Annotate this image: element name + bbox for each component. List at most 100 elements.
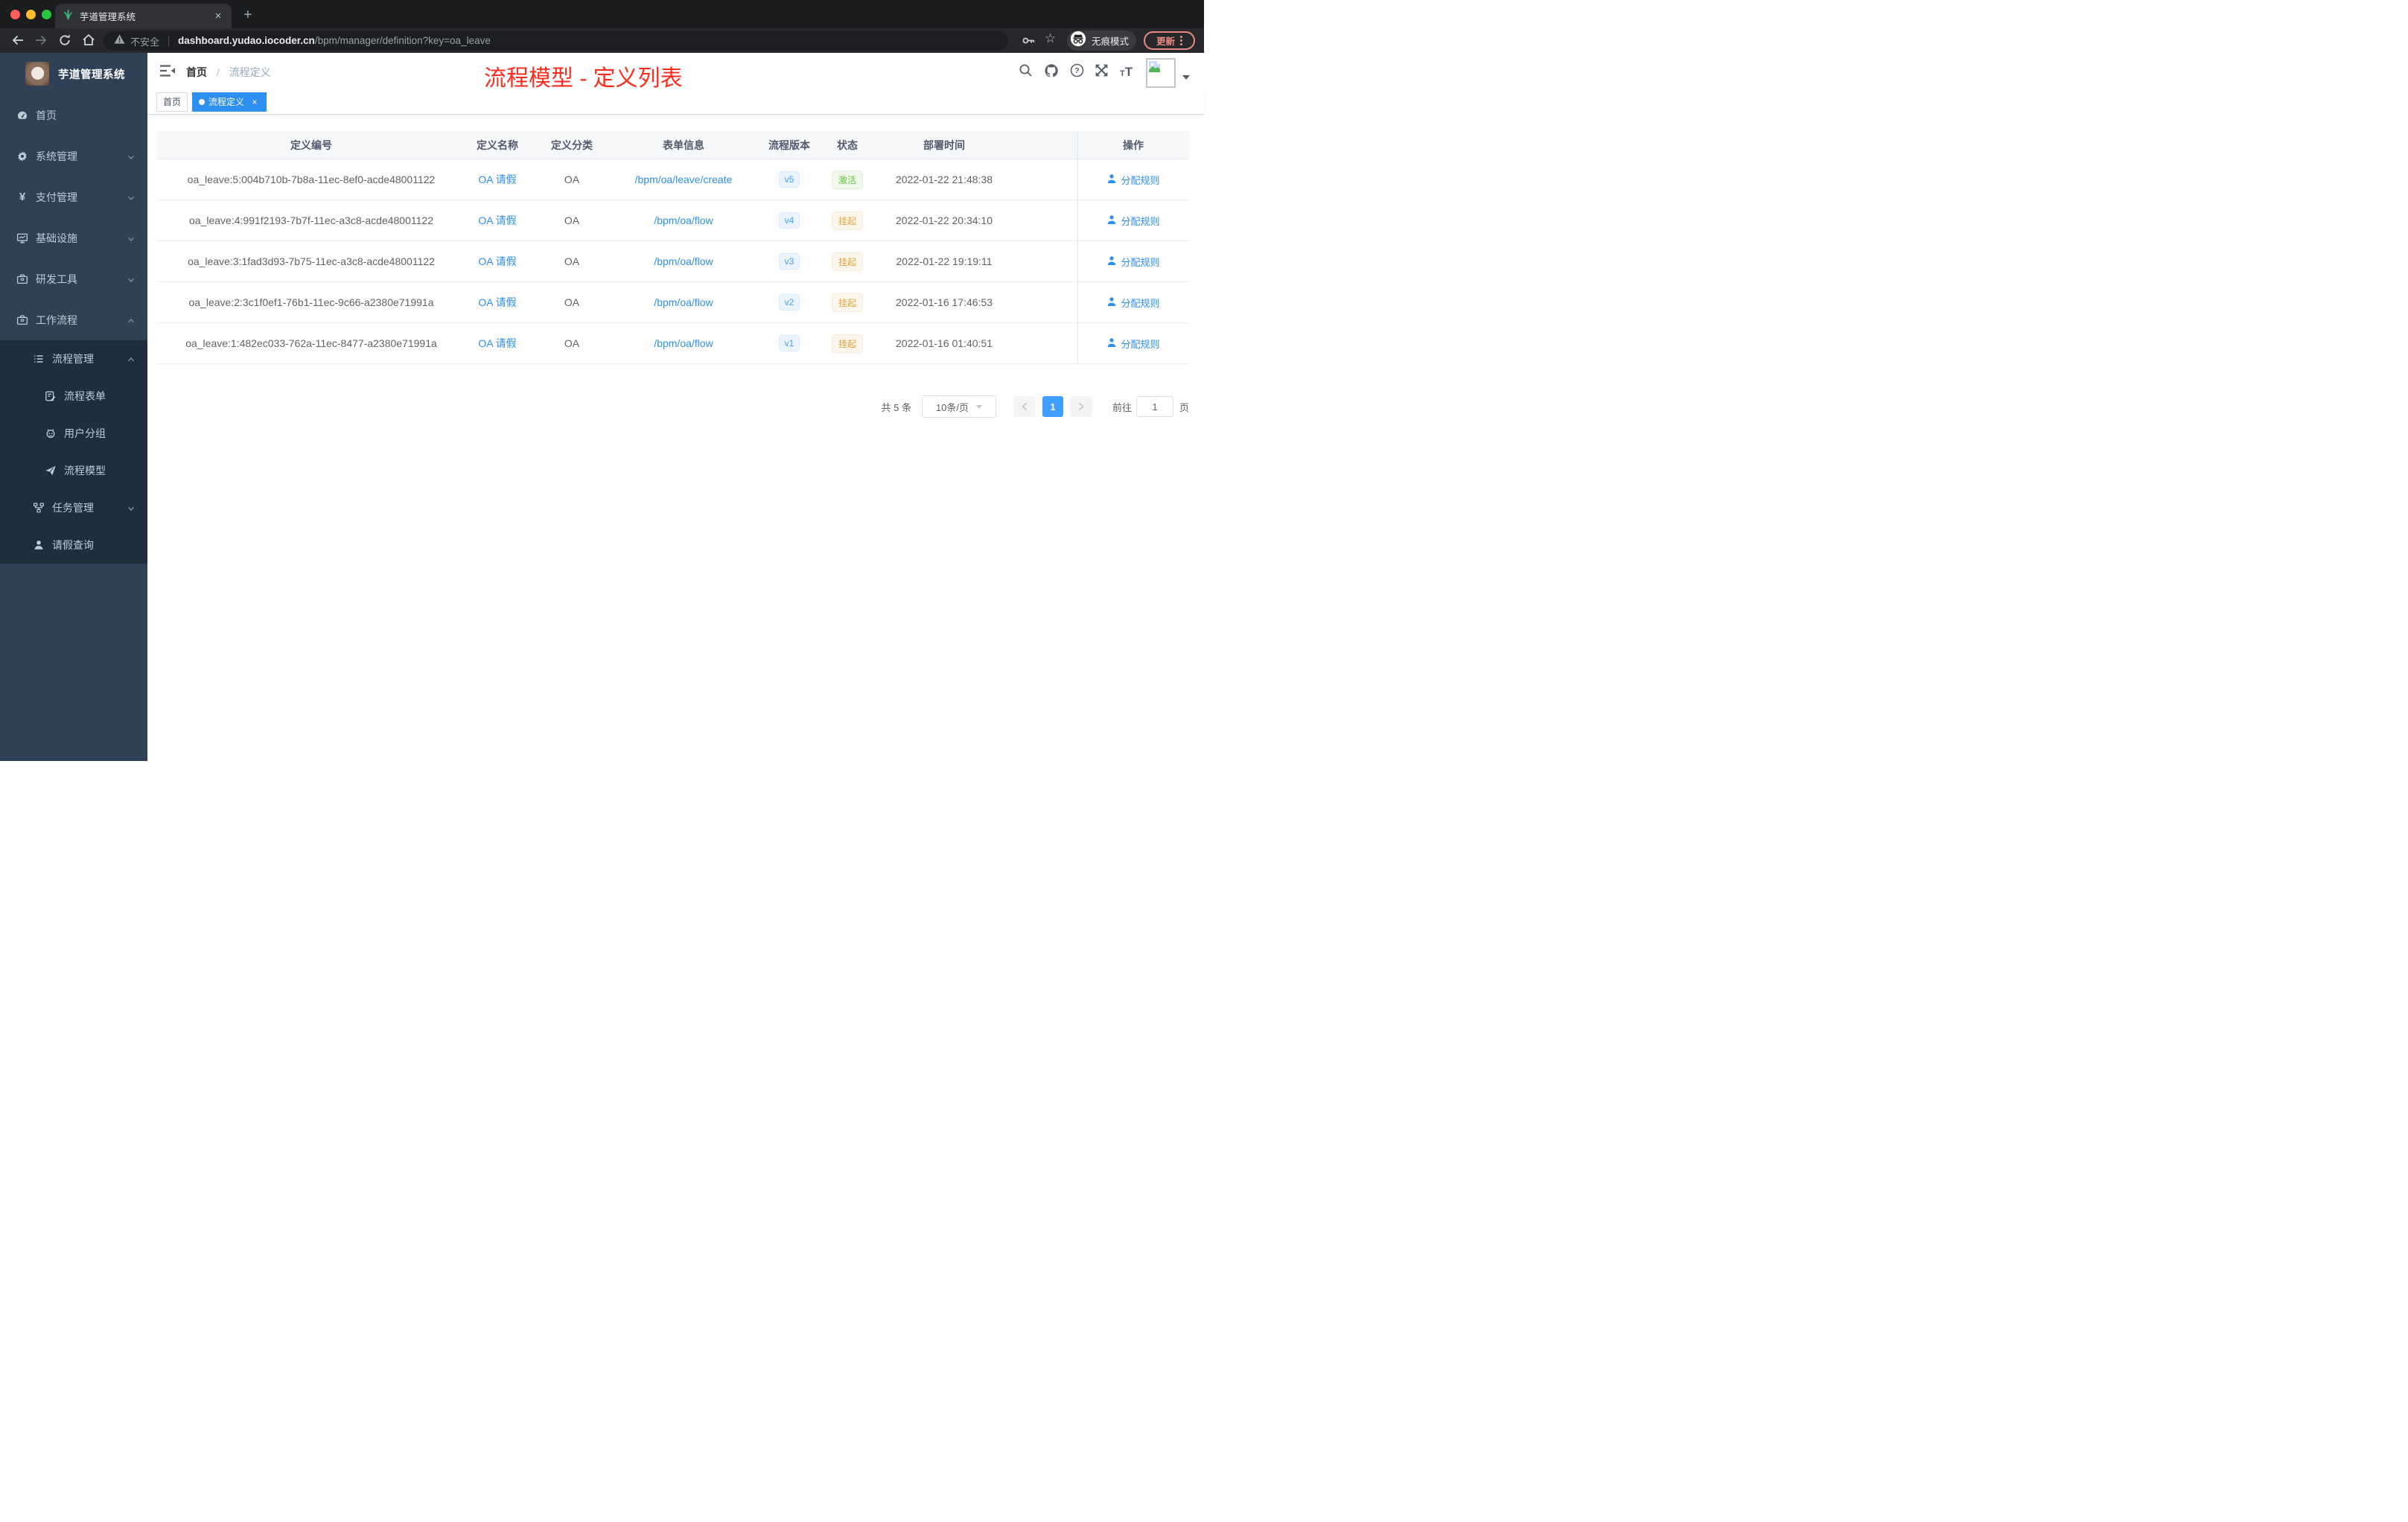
sidebar-item[interactable]: 请假查询 [0,526,147,564]
url-text[interactable]: dashboard.yudao.iocoder.cn/bpm/manager/d… [178,34,491,48]
sidebar-item[interactable]: 任务管理 [0,489,147,526]
version-tag: v2 [779,294,800,311]
cell-actions: 分配规则 [1077,255,1189,269]
chevron-down-icon [127,193,136,205]
assign-rule-button[interactable]: 分配规则 [1106,214,1160,228]
breadcrumb-home[interactable]: 首页 [186,66,207,78]
goto-page-input[interactable] [1135,396,1173,417]
form-link[interactable]: /bpm/oa/leave/create [635,173,733,185]
sidebar-item-label: 研发工具 [36,273,77,285]
url-bar[interactable]: 不安全 dashboard.yudao.iocoder.cn/bpm/manag… [103,31,1008,51]
bookmark-star-icon[interactable]: ☆ [1045,31,1056,46]
avatar-caret-down-icon[interactable] [1182,75,1190,80]
cell-definition-category: OA [564,337,580,349]
close-window-button[interactable] [10,10,20,19]
github-icon[interactable] [1044,63,1059,82]
incognito-icon [1070,31,1086,51]
chevron-up-icon [127,354,136,366]
tab-close-icon[interactable]: × [212,10,224,22]
update-button[interactable]: 更新 [1144,31,1195,50]
tag-home[interactable]: 首页 [156,92,188,112]
chevron-down-icon [127,152,136,164]
assign-rule-button[interactable]: 分配规则 [1106,173,1160,187]
person-icon [1106,173,1117,186]
definition-name-link[interactable]: OA 请假 [478,213,516,228]
assign-rule-button[interactable]: 分配规则 [1106,255,1160,269]
sidebar-item[interactable]: 基础设施 [0,217,147,258]
assign-rule-label: 分配规则 [1121,297,1160,309]
form-link[interactable]: /bpm/oa/flow [654,214,713,226]
browser-toolbar: 不安全 dashboard.yudao.iocoder.cn/bpm/manag… [0,28,1204,53]
sidebar-item[interactable]: 流程表单 [0,378,147,415]
sidebar-item-label: 首页 [36,109,57,121]
maximize-window-button[interactable] [42,10,51,19]
active-tag-dot [199,98,206,105]
password-key-icon[interactable] [1022,34,1036,51]
browser-menu-dots-icon[interactable] [1180,36,1182,45]
cell-actions: 分配规则 [1077,173,1189,187]
tag-close-icon[interactable]: × [249,97,260,107]
avatar[interactable] [1146,58,1176,88]
cell-definition-id: oa_leave:3:1fad3d93-7b75-11ec-a3c8-acde4… [188,255,435,267]
fixed-column-divider [1077,131,1078,364]
incognito-label: 无痕模式 [1092,36,1130,47]
person-icon [1106,337,1117,350]
security-label[interactable]: 不安全 [130,34,159,48]
gear-icon [16,150,28,162]
forward-icon[interactable] [34,33,48,51]
form-link[interactable]: /bpm/oa/flow [654,296,713,308]
form-link[interactable]: /bpm/oa/flow [654,255,713,267]
chevron-up-icon [127,316,136,328]
url-separator [168,36,170,46]
sidebar-logo[interactable]: 芋道管理系统 [0,53,147,95]
sidebar-item[interactable]: 工作流程 [0,299,147,340]
column-header: 部署时间 [923,138,965,151]
browser-tab[interactable]: 芋道管理系统 × [55,4,232,28]
column-header-actions: 操作 [1123,138,1144,151]
cell-status: 挂起 [826,293,868,312]
hamburger-icon[interactable] [159,64,176,81]
form-link[interactable]: /bpm/oa/flow [654,337,713,349]
definition-name-link[interactable]: OA 请假 [478,172,516,187]
sidebar-item-label: 流程管理 [52,353,94,365]
cell-form-info: /bpm/oa/flow [615,214,752,226]
person-icon [1106,214,1117,227]
definition-name-link[interactable]: OA 请假 [478,254,516,269]
person-icon [1106,255,1117,268]
column-header: 表单信息 [663,138,704,151]
sidebar-item[interactable]: 系统管理 [0,136,147,176]
font-size-icon[interactable]: TT [1120,65,1133,80]
definition-name-link[interactable]: OA 请假 [478,336,516,351]
version-tag: v3 [779,253,800,270]
fullscreen-icon[interactable] [1095,63,1109,81]
back-icon[interactable] [10,33,25,51]
tag-process-definition[interactable]: 流程定义 × [192,92,267,112]
cell-process-version: v3 [752,253,826,270]
column-header: 状态 [837,138,858,151]
current-page-button[interactable]: 1 [1042,396,1063,417]
assign-rule-button[interactable]: 分配规则 [1106,296,1160,310]
sidebar-item[interactable]: 流程模型 [0,452,147,489]
prev-page-button[interactable] [1013,396,1036,417]
sidebar-item[interactable]: 用户分组 [0,415,147,452]
sidebar-item[interactable]: 研发工具 [0,258,147,299]
page-size-select[interactable]: 10条/页 [921,395,996,418]
sidebar-item[interactable]: ¥ 支付管理 [0,176,147,217]
cell-definition-name: OA 请假 [466,336,529,351]
definition-name-link[interactable]: OA 请假 [478,295,516,310]
sidebar-item[interactable]: 流程管理 [0,340,147,378]
search-icon[interactable] [1019,63,1033,81]
cell-definition-category: OA [564,296,580,308]
minimize-window-button[interactable] [26,10,36,19]
robot-icon [45,427,57,439]
help-icon[interactable]: ? [1070,63,1084,81]
next-page-button[interactable] [1069,396,1092,417]
home-icon[interactable] [81,33,96,51]
assign-rule-button[interactable]: 分配规则 [1106,337,1160,351]
column-header: 定义名称 [477,138,518,151]
sidebar-item[interactable]: 首页 [0,95,147,136]
app-frame: 芋道管理系统 首页系统管理 ¥ 支付管理 基础设施研发工具工作流程流程管理流程表单 用户… [0,53,1204,761]
reload-icon[interactable] [57,33,72,51]
new-tab-button[interactable]: + [243,7,252,22]
version-tag: v5 [779,171,800,188]
